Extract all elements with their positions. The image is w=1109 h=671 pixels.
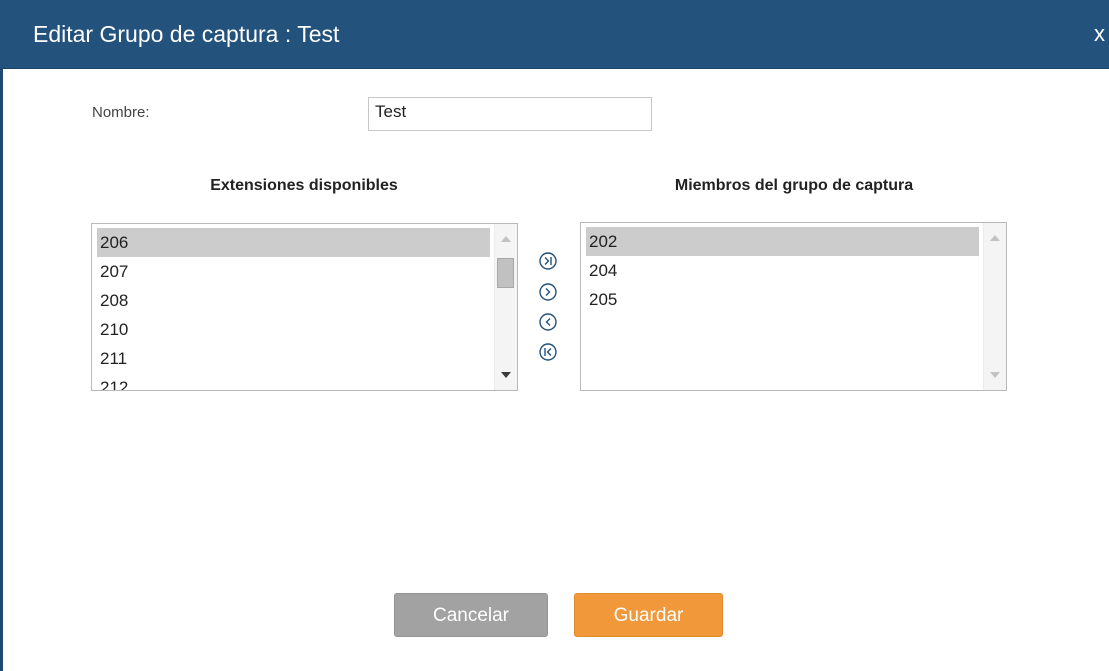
move-right-icon[interactable] xyxy=(538,282,558,302)
group-member-item[interactable]: 202 xyxy=(586,227,979,256)
available-extensions-items: 206 207 208 210 211 212 xyxy=(97,228,490,390)
available-extension-item[interactable]: 211 xyxy=(97,344,490,373)
available-extensions-list[interactable]: 206 207 208 210 211 212 xyxy=(91,223,518,391)
save-button[interactable]: Guardar xyxy=(574,593,723,637)
group-member-item[interactable]: 205 xyxy=(586,285,979,314)
close-button[interactable]: x xyxy=(1094,20,1105,48)
group-member-item[interactable]: 204 xyxy=(586,256,979,285)
available-extension-item[interactable]: 208 xyxy=(97,286,490,315)
cancel-button[interactable]: Cancelar xyxy=(394,593,548,637)
dialog-titlebar: Editar Grupo de captura : Test x xyxy=(0,0,1109,69)
dialog-title: Editar Grupo de captura : Test xyxy=(33,21,340,47)
group-members-list[interactable]: 202 204 205 xyxy=(580,222,1007,391)
scroll-down-arrow-icon[interactable] xyxy=(990,372,1000,378)
name-label: Nombre: xyxy=(92,104,150,121)
group-members-items: 202 204 205 xyxy=(586,227,979,314)
move-all-left-icon[interactable] xyxy=(538,342,558,362)
dialog-left-border xyxy=(0,0,3,671)
group-members-title: Miembros del grupo de captura xyxy=(674,177,914,194)
scroll-thumb[interactable] xyxy=(497,258,514,288)
scroll-down-arrow-icon[interactable] xyxy=(501,372,511,378)
scroll-up-arrow-icon[interactable] xyxy=(501,236,511,242)
members-list-scrollbar[interactable] xyxy=(983,223,1006,390)
name-input[interactable] xyxy=(368,97,652,131)
available-extension-item[interactable]: 206 xyxy=(97,228,490,257)
move-all-right-icon[interactable] xyxy=(538,251,558,271)
scroll-up-arrow-icon[interactable] xyxy=(990,235,1000,241)
available-extensions-title: Extensiones disponibles xyxy=(210,177,398,194)
available-extension-item[interactable]: 207 xyxy=(97,257,490,286)
available-extension-item[interactable]: 210 xyxy=(97,315,490,344)
move-left-icon[interactable] xyxy=(538,312,558,332)
available-list-scrollbar[interactable] xyxy=(494,224,517,390)
available-extension-item[interactable]: 212 xyxy=(97,373,490,390)
